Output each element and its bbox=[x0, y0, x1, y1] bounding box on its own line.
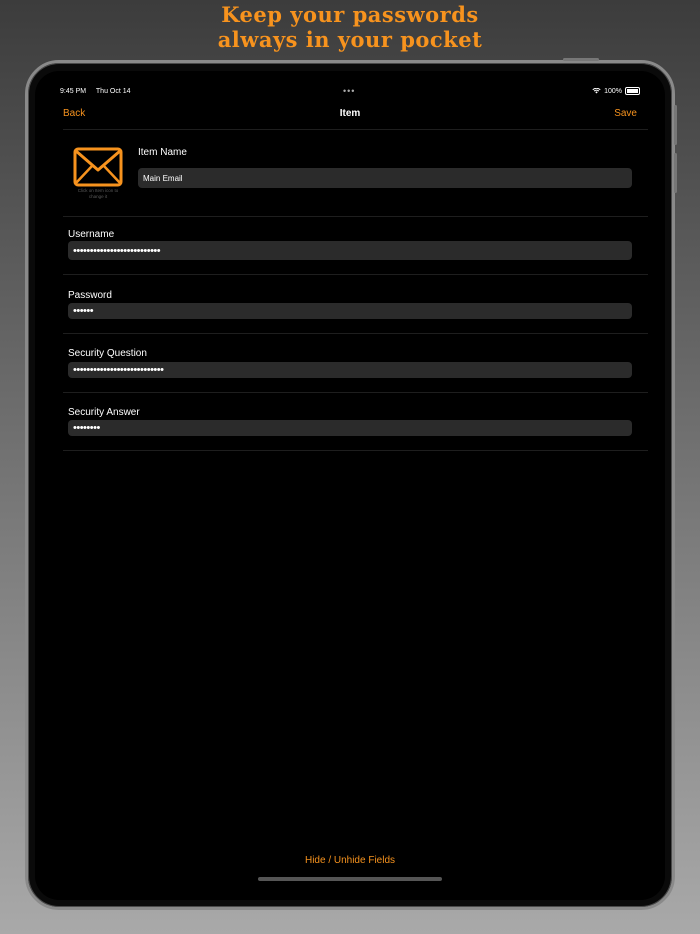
device-volume-down-button bbox=[674, 153, 677, 193]
promo-headline: Keep your passwords always in your pocke… bbox=[0, 2, 700, 52]
item-name-field[interactable]: Main Email bbox=[138, 168, 632, 188]
page-title: Item bbox=[339, 108, 361, 119]
home-indicator[interactable] bbox=[258, 877, 442, 881]
security-answer-field[interactable]: •••••••• bbox=[68, 420, 632, 436]
section-divider bbox=[63, 274, 648, 275]
multitasking-dots-icon[interactable]: ••• bbox=[343, 86, 355, 96]
battery-icon bbox=[625, 87, 640, 95]
icon-change-hint: Click on Item icon to change it bbox=[77, 188, 119, 199]
status-bar: 9:45 PM Thu Oct 14 ••• 100% bbox=[35, 71, 665, 96]
device-volume-up-button bbox=[674, 105, 677, 145]
section-divider bbox=[63, 450, 648, 451]
username-label: Username bbox=[68, 229, 115, 240]
wifi-icon bbox=[592, 88, 601, 94]
security-answer-label: Security Answer bbox=[68, 407, 140, 418]
password-label: Password bbox=[68, 290, 112, 301]
status-time-date: 9:45 PM Thu Oct 14 bbox=[60, 88, 139, 95]
username-field[interactable]: •••••••••••••••••••••••••• bbox=[68, 241, 632, 260]
status-indicators: 100% bbox=[592, 87, 640, 95]
headline-line-1: Keep your passwords bbox=[221, 2, 479, 27]
status-time: 9:45 PM bbox=[60, 88, 87, 95]
navigation-bar: Back Item Save bbox=[35, 104, 665, 126]
nav-divider bbox=[63, 129, 648, 130]
save-button[interactable]: Save bbox=[614, 108, 637, 119]
status-date: Thu Oct 14 bbox=[95, 88, 131, 95]
device-top-button bbox=[563, 58, 599, 61]
item-name-label: Item Name bbox=[138, 147, 187, 158]
section-divider bbox=[63, 392, 648, 393]
section-divider bbox=[63, 333, 648, 334]
security-question-label: Security Question bbox=[68, 348, 147, 359]
password-field[interactable]: •••••• bbox=[68, 303, 632, 319]
hide-unhide-fields-button[interactable]: Hide / Unhide Fields bbox=[35, 855, 665, 866]
section-divider bbox=[63, 216, 648, 217]
battery-percentage: 100% bbox=[604, 87, 622, 95]
app-screen: 9:45 PM Thu Oct 14 ••• 100% Back Item Sa… bbox=[35, 71, 665, 900]
headline-line-2: always in your pocket bbox=[217, 27, 483, 52]
security-question-field[interactable]: ••••••••••••••••••••••••••• bbox=[68, 362, 632, 378]
envelope-icon[interactable] bbox=[73, 147, 123, 187]
